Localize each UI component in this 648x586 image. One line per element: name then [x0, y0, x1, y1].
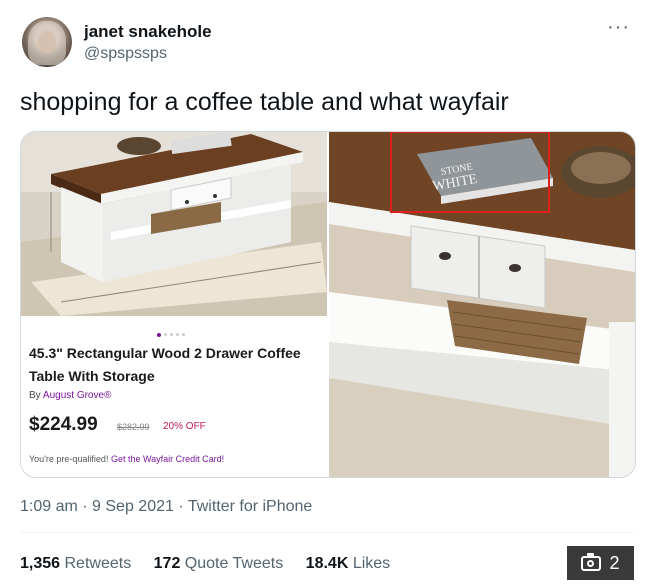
avatar[interactable]: [22, 17, 72, 67]
tweet-timestamp[interactable]: 1:09 am · 9 Sep 2021 · Twitter for iPhon…: [20, 498, 312, 516]
product-card[interactable]: 45.3" Rectangular Wood 2 Drawer Coffee T…: [21, 316, 327, 477]
product-price: $224.99: [29, 414, 98, 435]
product-was-price: $282.99: [117, 422, 150, 432]
divider: [20, 532, 634, 533]
product-title[interactable]: 45.3" Rectangular Wood 2 Drawer Coffee T…: [29, 342, 319, 388]
more-icon[interactable]: ···: [607, 16, 630, 39]
camera-icon: [581, 552, 602, 571]
photo-count-badge[interactable]: 2: [567, 546, 634, 580]
tweet-stats: 1,356 Retweets 172 Quote Tweets 18.4K Li…: [20, 555, 408, 573]
zoomed-table-image: STONE WHITE: [329, 132, 635, 477]
carousel-dots[interactable]: [157, 326, 197, 337]
prequalified-text: You're pre-qualified! Get the Wayfair Cr…: [29, 454, 224, 464]
likes-label: Likes: [348, 555, 391, 572]
credit-card-link[interactable]: Get the Wayfair Credit Card!: [111, 454, 224, 464]
product-photo-left[interactable]: 45.3" Rectangular Wood 2 Drawer Coffee T…: [21, 132, 327, 477]
author-name[interactable]: janet snakehole: [84, 22, 212, 42]
quote-tweets-stat[interactable]: 172 Quote Tweets: [154, 555, 284, 572]
product-discount: 20% OFF: [163, 421, 206, 432]
product-photo-right[interactable]: STONE WHITE: [329, 132, 635, 477]
likes-stat[interactable]: 18.4K Likes: [306, 555, 391, 572]
retweets-count: 1,356: [20, 555, 61, 572]
photo-count: 2: [609, 552, 620, 573]
brand-link[interactable]: August Grove®: [43, 390, 112, 401]
quotes-label: Quote Tweets: [180, 555, 284, 572]
tweet-text: shopping for a coffee table and what way…: [20, 88, 509, 116]
quotes-count: 172: [153, 555, 181, 572]
retweets-stat[interactable]: 1,356 Retweets: [20, 555, 131, 572]
author-handle[interactable]: @spspssps: [84, 45, 167, 63]
product-brand: By August Grove®: [29, 390, 111, 401]
coffee-table-image: [21, 132, 327, 316]
retweets-label: Retweets: [60, 555, 132, 572]
likes-count: 18.4K: [305, 555, 349, 572]
prequalified-label: You're pre-qualified!: [29, 454, 109, 464]
tweet-media[interactable]: 45.3" Rectangular Wood 2 Drawer Coffee T…: [20, 131, 636, 478]
brand-prefix: By: [29, 390, 43, 401]
